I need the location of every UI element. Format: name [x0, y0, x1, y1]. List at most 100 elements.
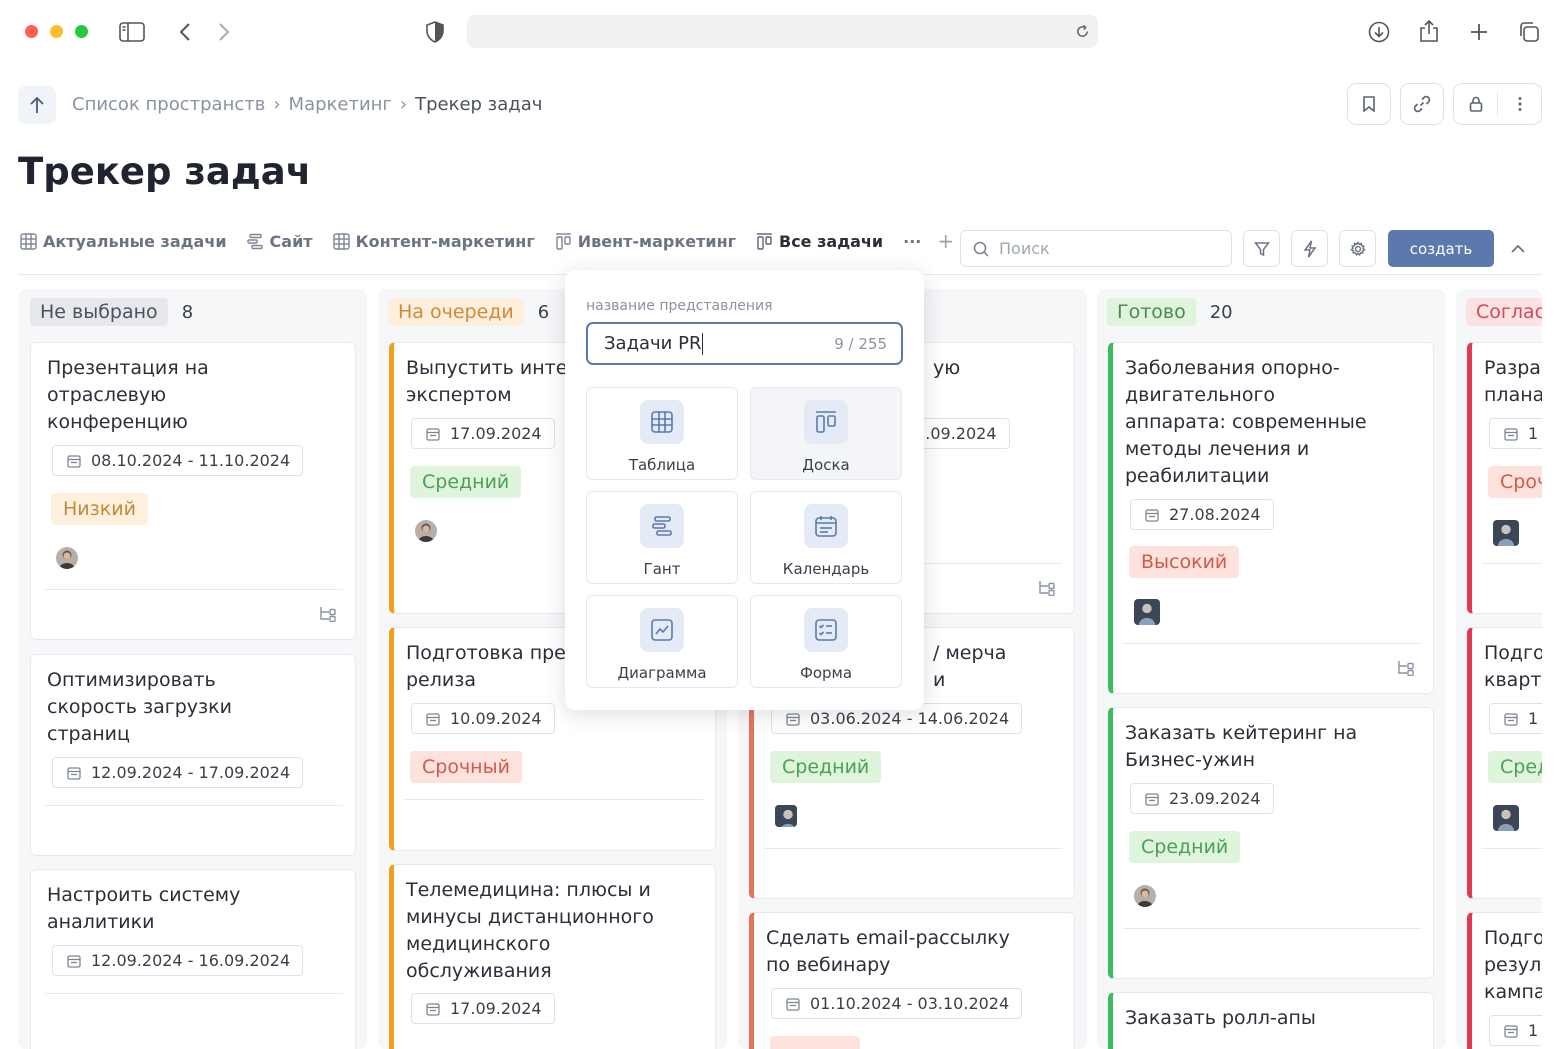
date-range[interactable]: 27.08.2024 [1130, 499, 1274, 530]
priority-badge[interactable]: Сроч [1488, 466, 1542, 498]
avatar[interactable] [1134, 599, 1160, 625]
link-icon [1413, 95, 1431, 113]
access-menu-button[interactable] [1453, 83, 1542, 125]
tabs-more-button[interactable]: ··· [903, 232, 921, 251]
task-card[interactable]: Сделать email-рассылку по вебинару 01.10.… [749, 912, 1075, 1049]
view-type-chart[interactable]: Диаграмма [586, 595, 738, 688]
collapse-chevron-icon[interactable] [1508, 239, 1528, 259]
status-badge[interactable]: На очереди [388, 298, 524, 326]
date-range[interactable]: 08.10.2024 - 11.10.2024 [52, 445, 304, 476]
status-badge[interactable]: Готово [1107, 298, 1196, 326]
more-vertical-icon[interactable] [1498, 96, 1541, 112]
priority-badge[interactable]: Низкий [51, 493, 148, 525]
download-icon[interactable] [1367, 20, 1391, 44]
task-card[interactable]: Разраплана 1 Сроч [1467, 342, 1542, 614]
search-input[interactable]: Поиск [960, 230, 1232, 267]
sidebar-toggle-icon[interactable] [119, 20, 145, 44]
task-card[interactable]: Заказать ролл-апы [1108, 992, 1434, 1049]
priority-badge[interactable]: Средний [1129, 831, 1241, 863]
priority-badge[interactable]: Сред [1488, 751, 1542, 783]
automation-button[interactable] [1291, 230, 1328, 267]
priority-badge[interactable]: Срочный [410, 751, 522, 783]
date-range[interactable]: 12.09.2024 - 16.09.2024 [52, 945, 304, 976]
breadcrumb-separator: › [399, 94, 408, 115]
priority-badge[interactable]: Средний [410, 466, 522, 498]
subtasks-icon[interactable] [319, 606, 337, 626]
view-type-label: Диаграмма [617, 664, 707, 682]
copy-link-button[interactable] [1400, 83, 1444, 125]
column-count: 8 [181, 301, 194, 323]
date-range[interactable]: 1 [1489, 1015, 1542, 1046]
gantt-icon [640, 504, 684, 548]
subtasks-icon[interactable] [1038, 580, 1056, 600]
avatar[interactable] [1493, 520, 1519, 546]
address-bar[interactable] [467, 15, 1098, 48]
avatar[interactable] [415, 520, 437, 542]
date-range[interactable]: 10.09.2024 [411, 703, 555, 734]
date-range[interactable]: 23.09.2024 [1130, 783, 1274, 814]
task-card[interactable]: Презентация на отраслевую конференцию 08.1… [30, 342, 356, 640]
forward-icon[interactable] [215, 20, 233, 44]
avatar[interactable] [1493, 805, 1519, 831]
new-tab-icon[interactable] [1467, 20, 1491, 44]
task-card[interactable]: Заболевания опорно-двигательного аппарата… [1108, 342, 1434, 694]
avatar[interactable] [1134, 885, 1156, 907]
create-button[interactable]: создать [1388, 230, 1494, 267]
minimize-window-button[interactable] [50, 25, 63, 38]
task-card[interactable]: Подгокварт 1 Сред [1467, 627, 1542, 899]
column-header: Готово 20 [1107, 298, 1233, 326]
view-type-board[interactable]: Доска [750, 387, 902, 480]
avatar[interactable] [56, 547, 78, 569]
breadcrumb-item[interactable]: Список пространств [72, 94, 265, 115]
avatar[interactable] [775, 805, 797, 827]
date-range[interactable]: 17.09.2024 [411, 993, 555, 1024]
breadcrumb: Список пространств › Маркетинг › Трекер … [72, 94, 542, 115]
view-type-label: Календарь [782, 560, 870, 578]
view-type-form[interactable]: Форма [750, 595, 902, 688]
back-icon[interactable] [176, 20, 194, 44]
share-icon[interactable] [1417, 18, 1441, 44]
date-range[interactable]: 12.09.2024 - 17.09.2024 [52, 757, 304, 788]
priority-badge[interactable]: Высокий [1129, 546, 1240, 578]
view-type-calendar[interactable]: Календарь [750, 491, 902, 584]
go-up-button[interactable] [18, 86, 56, 124]
subtasks-icon[interactable] [1397, 660, 1415, 680]
close-window-button[interactable] [25, 25, 38, 38]
date-range[interactable]: 1 [1489, 703, 1542, 734]
tab-actual-tasks[interactable]: Актуальные задачи [20, 232, 227, 251]
board-icon [757, 232, 772, 250]
task-card[interactable]: Заказать кейтеринг на Бизнес-ужин 23.09.2… [1108, 707, 1434, 979]
tab-event-marketing[interactable]: Ивент-маркетинг [555, 232, 736, 251]
task-card[interactable]: Настроить систему аналитики 12.09.2024 - … [30, 869, 356, 1049]
tab-content-marketing[interactable]: Контент-маркетинг [332, 232, 535, 251]
bookmark-button[interactable] [1347, 83, 1391, 125]
task-card[interactable]: Телемедицина: плюсы и минусы дистанционно… [389, 864, 716, 1049]
date-range[interactable]: 01.10.2024 - 03.10.2024 [771, 988, 1023, 1019]
date-range[interactable]: 1 [1489, 418, 1542, 449]
task-card[interactable]: Оптимизировать скорость загрузки страниц 1… [30, 654, 356, 856]
table-icon [20, 232, 37, 250]
task-card[interactable]: Подго резулі кампа 1 [1467, 912, 1542, 1049]
card-divider [1482, 563, 1542, 564]
tab-overview-icon[interactable] [1516, 20, 1542, 44]
tab-all-tasks[interactable]: Все задачи [756, 232, 883, 251]
settings-button[interactable] [1339, 230, 1376, 267]
priority-badge[interactable]: Средний [770, 751, 882, 783]
add-view-button[interactable]: + [937, 229, 954, 253]
card-title: Сделать email-рассылку по вебинару [766, 927, 1010, 976]
breadcrumb-item[interactable]: Маркетинг [289, 94, 392, 115]
view-type-gantt[interactable]: Гант [586, 491, 738, 584]
maximize-window-button[interactable] [75, 25, 88, 38]
priority-badge[interactable] [770, 1036, 860, 1049]
status-badge[interactable]: Не выбрано [30, 298, 168, 326]
status-badge[interactable]: Согласо [1466, 298, 1542, 326]
tab-site[interactable]: Сайт [246, 232, 313, 251]
browser-toolbar [0, 0, 1564, 64]
reload-icon[interactable] [1074, 23, 1090, 39]
date-range[interactable]: 17.09.2024 [411, 418, 555, 449]
lock-icon[interactable] [1454, 96, 1497, 112]
view-name-input[interactable]: Задачи PR 9 / 255 [586, 322, 903, 365]
view-type-table[interactable]: Таблица [586, 387, 738, 480]
filter-button[interactable] [1243, 230, 1280, 267]
shield-icon[interactable] [424, 20, 446, 44]
